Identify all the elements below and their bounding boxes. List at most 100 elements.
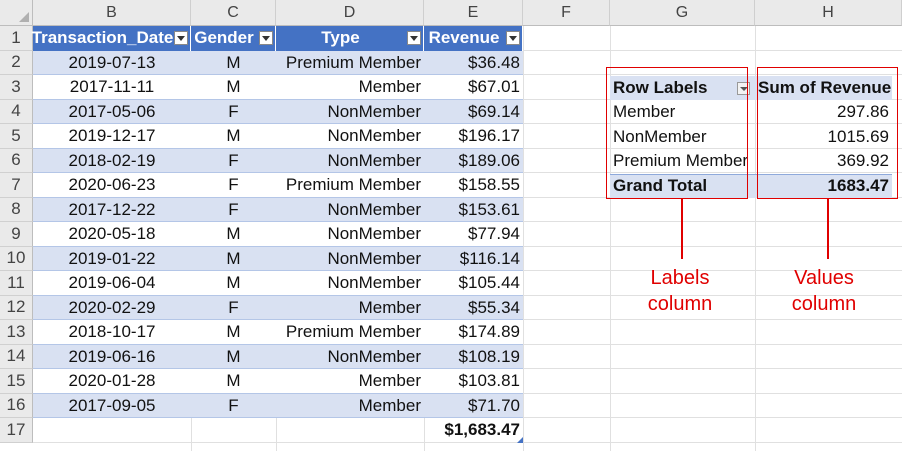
- revenue-total-cell[interactable]: $1,683.47: [424, 418, 523, 443]
- column-header-d[interactable]: D: [276, 0, 424, 26]
- revenue-cell[interactable]: $77.94: [424, 222, 523, 247]
- row-header[interactable]: 17: [0, 418, 33, 443]
- table-header-transaction-date[interactable]: Transaction_Date: [32, 26, 191, 51]
- row-header[interactable]: 5: [0, 124, 33, 149]
- column-header-h[interactable]: H: [755, 0, 902, 26]
- transaction-date-cell[interactable]: 2019-06-04: [33, 271, 191, 296]
- table-header-type[interactable]: Type: [276, 26, 424, 51]
- row-header[interactable]: 3: [0, 75, 33, 100]
- column-header-e[interactable]: E: [424, 0, 523, 26]
- type-cell[interactable]: NonMember: [276, 271, 424, 296]
- transaction-date-cell[interactable]: 2018-02-19: [33, 148, 191, 173]
- type-cell[interactable]: NonMember: [276, 222, 424, 247]
- filter-dropdown-icon[interactable]: [506, 31, 520, 45]
- row-header[interactable]: 11: [0, 271, 33, 296]
- gender-cell[interactable]: M: [191, 124, 276, 149]
- transaction-date-cell[interactable]: 2020-06-23: [33, 173, 191, 198]
- select-all-corner[interactable]: [0, 0, 33, 26]
- row-header[interactable]: 15: [0, 369, 33, 394]
- annotation-line: column: [791, 293, 857, 315]
- labels-column-annotation: Labels column: [620, 265, 740, 317]
- type-cell[interactable]: NonMember: [276, 344, 424, 369]
- revenue-cell[interactable]: $69.14: [424, 99, 523, 124]
- row-header[interactable]: 13: [0, 320, 33, 345]
- row-header[interactable]: 1: [0, 26, 33, 51]
- gridline-vertical: [523, 26, 524, 451]
- filter-dropdown-icon[interactable]: [407, 31, 421, 45]
- gender-cell[interactable]: M: [191, 246, 276, 271]
- type-cell[interactable]: Premium Member: [276, 173, 424, 198]
- gender-cell[interactable]: F: [191, 197, 276, 222]
- transaction-date-cell[interactable]: 2018-10-17: [33, 320, 191, 345]
- column-header-g[interactable]: G: [610, 0, 755, 26]
- gender-cell[interactable]: M: [191, 75, 276, 100]
- transaction-date-cell[interactable]: 2020-02-29: [33, 295, 191, 320]
- type-cell[interactable]: Premium Member: [276, 320, 424, 345]
- type-cell[interactable]: NonMember: [276, 99, 424, 124]
- gender-cell[interactable]: F: [191, 99, 276, 124]
- annotation-line: Labels: [650, 267, 710, 289]
- table-header-gender[interactable]: Gender: [191, 26, 276, 51]
- revenue-cell[interactable]: $103.81: [424, 369, 523, 394]
- transaction-date-cell[interactable]: 2019-06-16: [33, 344, 191, 369]
- gender-cell[interactable]: M: [191, 50, 276, 75]
- gender-cell[interactable]: M: [191, 222, 276, 247]
- type-cell[interactable]: NonMember: [276, 197, 424, 222]
- transaction-date-cell[interactable]: 2017-09-05: [33, 393, 191, 418]
- type-cell[interactable]: NonMember: [276, 246, 424, 271]
- transaction-date-cell[interactable]: 2017-11-11: [33, 75, 191, 100]
- revenue-cell[interactable]: $108.19: [424, 344, 523, 369]
- gender-cell[interactable]: M: [191, 344, 276, 369]
- row-header[interactable]: 10: [0, 246, 33, 271]
- gender-cell[interactable]: M: [191, 271, 276, 296]
- type-cell[interactable]: NonMember: [276, 148, 424, 173]
- revenue-cell[interactable]: $158.55: [424, 173, 523, 198]
- revenue-cell[interactable]: $196.17: [424, 124, 523, 149]
- transaction-date-cell[interactable]: 2020-01-28: [33, 369, 191, 394]
- type-cell[interactable]: NonMember: [276, 124, 424, 149]
- row-header[interactable]: 12: [0, 295, 33, 320]
- revenue-cell[interactable]: $153.61: [424, 197, 523, 222]
- revenue-cell[interactable]: $36.48: [424, 50, 523, 75]
- revenue-cell[interactable]: $189.06: [424, 148, 523, 173]
- column-header-c[interactable]: C: [191, 0, 276, 26]
- transaction-date-cell[interactable]: 2019-12-17: [33, 124, 191, 149]
- values-column-highlight-box: [757, 67, 898, 199]
- gender-cell[interactable]: F: [191, 148, 276, 173]
- type-cell[interactable]: Member: [276, 75, 424, 100]
- row-header[interactable]: 7: [0, 173, 33, 198]
- type-cell[interactable]: Member: [276, 369, 424, 394]
- revenue-cell[interactable]: $116.14: [424, 246, 523, 271]
- transaction-date-cell[interactable]: 2020-05-18: [33, 222, 191, 247]
- gender-cell[interactable]: F: [191, 393, 276, 418]
- row-header[interactable]: 2: [0, 50, 33, 75]
- transaction-date-cell[interactable]: 2019-07-13: [33, 50, 191, 75]
- gender-cell[interactable]: M: [191, 320, 276, 345]
- gender-cell[interactable]: F: [191, 173, 276, 198]
- row-header[interactable]: 16: [0, 393, 33, 418]
- transaction-date-cell[interactable]: 2019-01-22: [33, 246, 191, 271]
- table-header-revenue[interactable]: Revenue: [424, 26, 523, 51]
- transaction-date-cell[interactable]: 2017-05-06: [33, 99, 191, 124]
- revenue-cell[interactable]: $67.01: [424, 75, 523, 100]
- filter-dropdown-icon[interactable]: [174, 31, 188, 45]
- type-cell[interactable]: Premium Member: [276, 50, 424, 75]
- revenue-cell[interactable]: $55.34: [424, 295, 523, 320]
- revenue-cell[interactable]: $71.70: [424, 393, 523, 418]
- table-resize-handle[interactable]: [517, 437, 523, 443]
- gender-cell[interactable]: F: [191, 295, 276, 320]
- type-cell[interactable]: Member: [276, 295, 424, 320]
- transaction-date-cell[interactable]: 2017-12-22: [33, 197, 191, 222]
- gender-cell[interactable]: M: [191, 369, 276, 394]
- filter-dropdown-icon[interactable]: [259, 31, 273, 45]
- row-header[interactable]: 6: [0, 148, 33, 173]
- row-header[interactable]: 14: [0, 344, 33, 369]
- row-header[interactable]: 8: [0, 197, 33, 222]
- revenue-cell[interactable]: $105.44: [424, 271, 523, 296]
- column-header-f[interactable]: F: [523, 0, 610, 26]
- row-header[interactable]: 4: [0, 99, 33, 124]
- column-header-b[interactable]: B: [33, 0, 191, 26]
- row-header[interactable]: 9: [0, 222, 33, 247]
- revenue-cell[interactable]: $174.89: [424, 320, 523, 345]
- type-cell[interactable]: Member: [276, 393, 424, 418]
